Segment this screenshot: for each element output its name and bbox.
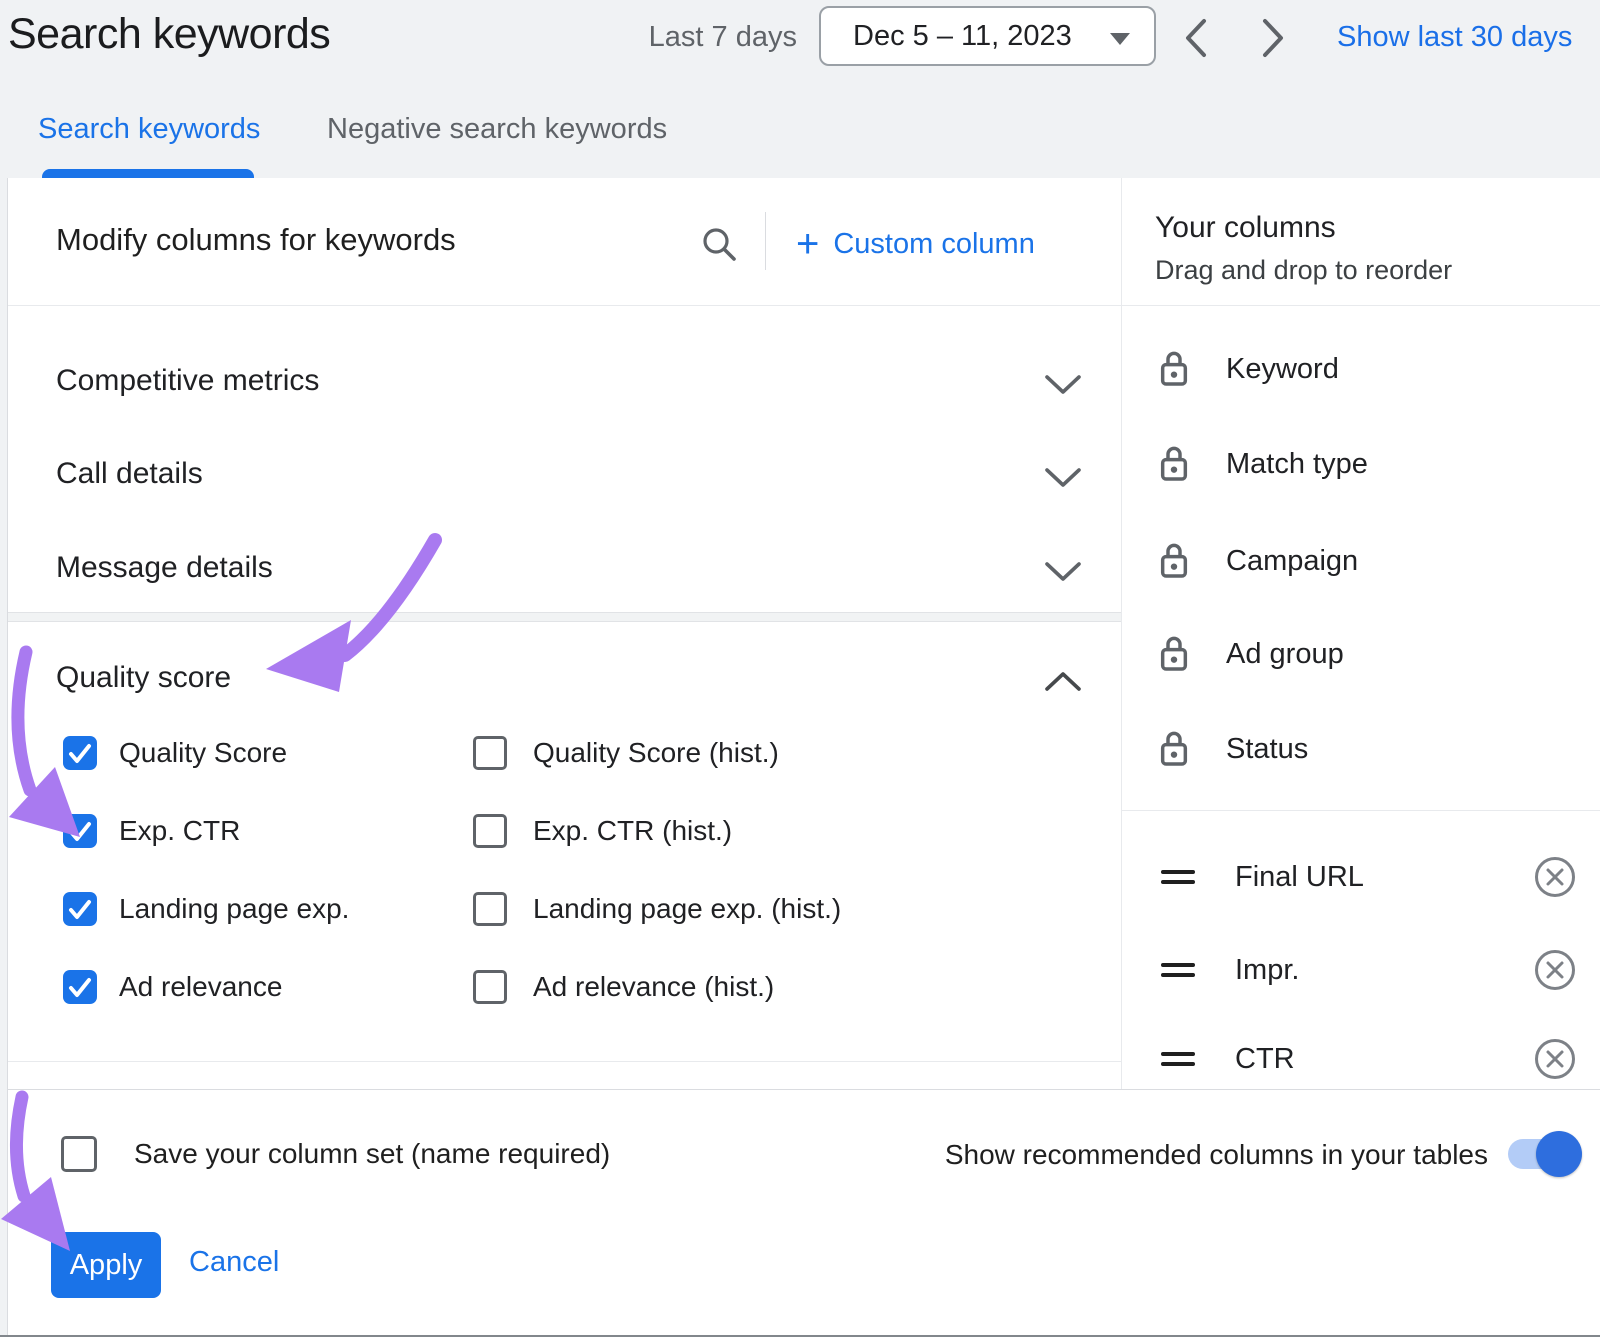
checkbox-label[interactable]: Quality Score <box>119 736 287 770</box>
checkbox-quality-score-hist[interactable] <box>473 736 507 770</box>
custom-column-button[interactable]: + Custom column <box>796 223 1035 265</box>
tab-search-keywords[interactable]: Search keywords <box>38 113 260 146</box>
chevron-right-icon <box>1260 18 1286 58</box>
chevron-down-icon <box>1044 467 1082 489</box>
chevron-up-icon <box>1044 670 1082 692</box>
checkbox-label[interactable]: Ad relevance <box>119 970 282 1004</box>
locked-column-label: Ad group <box>1226 636 1344 672</box>
toggle-knob <box>1536 1131 1582 1177</box>
date-range-value: Dec 5 – 11, 2023 <box>853 20 1072 53</box>
circle-x-icon <box>1533 1037 1577 1081</box>
sidebar-divider <box>1122 810 1600 811</box>
checkbox-ad-relevance-hist[interactable] <box>473 970 507 1004</box>
remove-column-button[interactable] <box>1533 1037 1577 1081</box>
draggable-column-item[interactable]: Impr. <box>1122 951 1600 995</box>
draggable-column-label: Impr. <box>1235 952 1299 988</box>
section-competitive-metrics[interactable]: Competitive metrics <box>8 318 1121 410</box>
lock-icon <box>1158 632 1190 674</box>
locked-column-label: Match type <box>1226 446 1368 482</box>
chevron-left-icon <box>1183 18 1209 58</box>
section-label: Call details <box>56 457 203 491</box>
check-icon <box>63 892 97 926</box>
draggable-column-label: Final URL <box>1235 859 1364 895</box>
recommended-columns-label: Show recommended columns in your tables <box>945 1138 1488 1172</box>
circle-x-icon <box>1533 948 1577 992</box>
page-title: Search keywords <box>8 10 330 59</box>
locked-column-item: Match type <box>1122 443 1600 485</box>
checkbox-label[interactable]: Landing page exp. <box>119 892 349 926</box>
tab-negative-search-keywords[interactable]: Negative search keywords <box>327 113 667 146</box>
section-message-details[interactable]: Message details <box>8 503 1121 596</box>
modify-columns-title: Modify columns for keywords <box>56 222 456 258</box>
locked-column-label: Campaign <box>1226 543 1358 579</box>
search-icon[interactable] <box>700 225 738 263</box>
locked-column-label: Status <box>1226 731 1308 767</box>
show-last-30-days-link[interactable]: Show last 30 days <box>1337 21 1572 54</box>
remove-column-button[interactable] <box>1533 855 1577 899</box>
period-label: Last 7 days <box>649 21 797 54</box>
locked-column-item: Campaign <box>1122 540 1600 582</box>
circle-x-icon <box>1533 855 1577 899</box>
footer-divider <box>8 1089 1600 1090</box>
section-call-details[interactable]: Call details <box>8 410 1121 503</box>
left-panel-bottom-divider <box>8 1061 1121 1062</box>
chevron-down-icon <box>1044 374 1082 396</box>
drag-handle-icon[interactable] <box>1161 963 1195 977</box>
draggable-column-item[interactable]: CTR <box>1122 1040 1600 1084</box>
date-range-picker[interactable]: Dec 5 – 11, 2023 <box>819 6 1156 66</box>
modify-columns-panel: Modify columns for keywords + Custom col… <box>7 178 1600 1335</box>
checkbox-label[interactable]: Exp. CTR (hist.) <box>533 814 732 848</box>
lock-icon <box>1158 442 1190 484</box>
section-label: Competitive metrics <box>56 364 319 398</box>
checkbox-label[interactable]: Landing page exp. (hist.) <box>533 892 841 926</box>
check-icon <box>63 736 97 770</box>
checkbox-label[interactable]: Quality Score (hist.) <box>533 736 779 770</box>
window-bottom-strip <box>0 1337 1600 1343</box>
recommended-columns-toggle[interactable] <box>1508 1139 1562 1169</box>
your-columns-title: Your columns <box>1155 211 1336 245</box>
checkbox-exp-ctr-hist[interactable] <box>473 814 507 848</box>
save-column-set-checkbox[interactable] <box>61 1136 97 1172</box>
plus-icon: + <box>796 225 819 263</box>
locked-column-item: Keyword <box>1122 348 1600 390</box>
check-icon <box>63 814 97 848</box>
your-columns-subtitle: Drag and drop to reorder <box>1155 255 1452 286</box>
header-divider <box>765 212 766 270</box>
checkbox-label[interactable]: Ad relevance (hist.) <box>533 970 774 1004</box>
lock-icon <box>1158 347 1190 389</box>
save-column-set-label[interactable]: Save your column set (name required) <box>134 1137 610 1171</box>
cancel-button[interactable]: Cancel <box>189 1246 279 1279</box>
locked-column-item: Ad group <box>1122 633 1600 675</box>
drag-handle-icon[interactable] <box>1161 1052 1195 1066</box>
drag-handle-icon[interactable] <box>1161 870 1195 884</box>
checkbox-landing-page-exp[interactable] <box>63 892 97 926</box>
checkbox-quality-score[interactable] <box>63 736 97 770</box>
locked-column-label: Keyword <box>1226 351 1339 387</box>
apply-button[interactable]: Apply <box>51 1232 161 1298</box>
draggable-column-item[interactable]: Final URL <box>1122 858 1600 902</box>
your-columns-sidebar: Your columns Drag and drop to reorder Ke… <box>1121 178 1600 1089</box>
lock-icon <box>1158 727 1190 769</box>
locked-column-item: Status <box>1122 728 1600 770</box>
custom-column-label: Custom column <box>833 228 1034 261</box>
dropdown-caret-icon <box>1110 33 1130 45</box>
checkbox-ad-relevance[interactable] <box>63 970 97 1004</box>
section-quality-score[interactable]: Quality score <box>8 621 1121 733</box>
lock-icon <box>1158 539 1190 581</box>
chevron-down-icon <box>1044 561 1082 583</box>
next-period-button[interactable] <box>1260 18 1286 58</box>
draggable-column-label: CTR <box>1235 1041 1295 1077</box>
previous-period-button[interactable] <box>1183 18 1209 58</box>
checkbox-exp-ctr[interactable] <box>63 814 97 848</box>
remove-column-button[interactable] <box>1533 948 1577 992</box>
check-icon <box>63 970 97 1004</box>
checkbox-landing-page-exp-hist[interactable] <box>473 892 507 926</box>
active-tab-underline <box>42 169 254 178</box>
section-label: Message details <box>56 551 273 585</box>
section-label: Quality score <box>56 661 231 695</box>
checkbox-label[interactable]: Exp. CTR <box>119 814 240 848</box>
